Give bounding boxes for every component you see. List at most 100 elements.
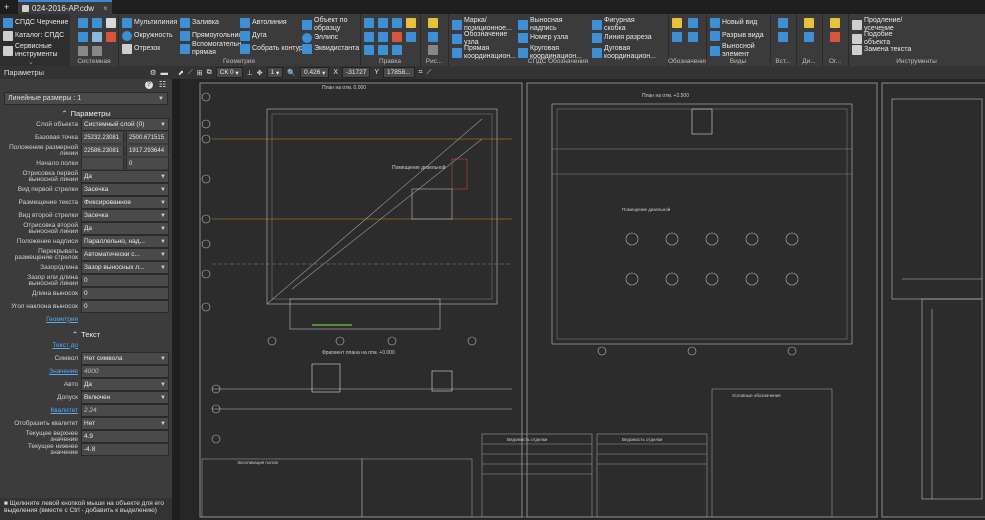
property-value[interactable]: 2.24 (81, 404, 169, 417)
property-field-pair[interactable]: 0 (81, 158, 169, 169)
y-coordinate[interactable]: 17858... (383, 67, 415, 78)
arc-tool[interactable]: Дуга (240, 31, 267, 41)
section-text[interactable]: ⌃ Текст (0, 329, 172, 339)
replace-text-tool[interactable]: Замена текста (852, 45, 911, 55)
coordinate-field[interactable]: 22586.23081 (81, 145, 124, 156)
stretch-icon[interactable] (406, 32, 416, 42)
mode-spds-drawing[interactable]: СПДС Черчение (3, 18, 68, 28)
fill-tool[interactable]: Заливка (180, 18, 219, 28)
fragment-icon[interactable] (778, 32, 788, 42)
settings-icon[interactable]: ⚙ (150, 68, 157, 77)
mode-catalog[interactable]: Каталог: СПДС (3, 31, 64, 41)
hatch-icon[interactable] (428, 32, 438, 42)
multiline-tool[interactable]: Мультилиния (122, 18, 177, 28)
ellipse-tool[interactable]: Эллипс (302, 33, 338, 43)
property-value[interactable]: 0 (81, 300, 169, 313)
print-icon[interactable] (78, 32, 88, 42)
properties-icon[interactable] (92, 32, 102, 42)
property-dropdown[interactable]: Автоматически с... ▼ (81, 248, 169, 261)
layer-selector[interactable]: СК 0 ▾ (215, 67, 243, 78)
circle-tool[interactable]: Окружность (122, 31, 173, 41)
view-break-tool[interactable]: Разрыв вида (710, 31, 764, 41)
property-dropdown[interactable]: Параллельно, над... ▼ (81, 235, 169, 248)
delete-icon[interactable] (106, 32, 116, 42)
property-dropdown[interactable]: Да ▼ (81, 378, 169, 391)
expand-chevron-icon[interactable]: ⌄ (28, 58, 34, 66)
property-value[interactable] (81, 314, 169, 325)
property-dropdown[interactable]: Засечка ▼ (81, 209, 169, 222)
grid-toggle-icon[interactable]: ⊞ (197, 69, 203, 77)
insert-icon[interactable] (778, 18, 788, 28)
text-icon[interactable] (672, 18, 682, 28)
measure-icon[interactable]: ⟋ (426, 69, 431, 77)
property-label[interactable]: Квалитет (0, 407, 81, 414)
deform-icon[interactable] (364, 45, 374, 55)
snap-icon[interactable]: ⟋ (188, 69, 193, 77)
save-icon[interactable] (106, 18, 116, 28)
property-value[interactable]: 0 (81, 287, 169, 300)
move-icon[interactable] (364, 18, 374, 28)
similar-object-tool[interactable]: Подобие объекта (852, 31, 908, 46)
value-field[interactable] (81, 158, 124, 169)
dimension-icon[interactable] (672, 32, 682, 42)
property-dropdown[interactable]: Да ▼ (81, 222, 169, 235)
array-icon[interactable] (378, 32, 388, 42)
property-label[interactable]: Геометрия (0, 316, 81, 323)
document-tab[interactable]: 024-2016-АР.cdw × (18, 0, 112, 14)
property-dropdown[interactable]: Засечка ▼ (81, 183, 169, 196)
help-icon[interactable]: ? (144, 80, 153, 89)
property-dropdown[interactable]: Включен ▼ (81, 391, 169, 404)
property-coordinate-pair[interactable]: 25232.23081 2500.671515 (81, 132, 169, 143)
property-dropdown[interactable]: Нет символа ▼ (81, 352, 169, 365)
trim-icon[interactable] (392, 32, 402, 42)
section-parameters[interactable]: ⌃ Параметры (0, 108, 172, 118)
break-icon[interactable] (378, 45, 388, 55)
table-icon[interactable] (688, 18, 698, 28)
rectangle-tool[interactable]: Прямоугольник (180, 31, 241, 41)
property-value[interactable]: 4000 (81, 365, 169, 378)
property-value[interactable] (81, 340, 169, 351)
layer-number[interactable]: 1 ▾ (266, 67, 284, 78)
property-dropdown[interactable]: Системный слой (0) ▼ (81, 118, 169, 131)
select-icon[interactable]: ⬈ (178, 69, 184, 77)
mark-tool[interactable]: Марка/позиционное... (452, 17, 522, 32)
property-dropdown[interactable]: Фиксированное ▼ (81, 196, 169, 209)
pattern-icon[interactable] (428, 45, 438, 55)
new-file-icon[interactable] (78, 18, 88, 28)
brace-tool[interactable]: Фигурная скобка (592, 17, 644, 32)
mode-service-tools[interactable]: Сервисные инструменты (3, 43, 63, 58)
scale-icon[interactable] (406, 18, 416, 28)
x-coordinate[interactable]: -31727 (342, 67, 371, 78)
layer-icon[interactable]: ⧉ (207, 69, 212, 77)
property-label[interactable]: Текст до (0, 342, 81, 349)
property-value[interactable]: 0 (81, 274, 169, 287)
property-value[interactable]: -4.8 (81, 443, 169, 456)
coordinate-field[interactable]: 2500.671515 (126, 132, 169, 143)
property-coordinate-pair[interactable]: 22586.23081 1917.293644 (81, 145, 169, 156)
collect-contour-tool[interactable]: Собрать контур (240, 44, 303, 54)
tree-icon[interactable]: ☷ (159, 80, 166, 89)
parallel-icon[interactable] (830, 32, 840, 42)
coordinates-icon[interactable]: ⌗ (419, 69, 423, 77)
node-number-tool[interactable]: Номер узла (518, 33, 568, 43)
open-file-icon[interactable] (92, 18, 102, 28)
property-dropdown[interactable]: Да ▼ (81, 170, 169, 183)
section-line-tool[interactable]: Линия разреза (592, 33, 652, 43)
cursor-icon[interactable]: ✥ (257, 69, 263, 77)
node-designation-tool[interactable]: Обозначение узла (452, 31, 516, 46)
redo-icon[interactable] (92, 46, 102, 56)
new-view-tool[interactable]: Новый вид (710, 18, 757, 28)
segment-tool[interactable]: Отрезок (122, 44, 160, 54)
property-value[interactable]: 4.9 (81, 430, 169, 443)
object-by-sample-tool[interactable]: Объект по образцу (302, 17, 358, 32)
copy-icon[interactable] (378, 18, 388, 28)
close-tab-icon[interactable]: × (103, 4, 108, 13)
pin-icon[interactable]: ▬ (161, 68, 169, 77)
lightning-icon[interactable] (428, 18, 438, 28)
zoom-field[interactable]: 0.426 ▾ (300, 67, 330, 78)
leader-icon[interactable] (688, 32, 698, 42)
property-label[interactable]: Значение (0, 368, 81, 375)
dim-icon[interactable] (804, 18, 814, 28)
property-dropdown[interactable]: Нет ▼ (81, 417, 169, 430)
constraint-icon[interactable] (830, 18, 840, 28)
